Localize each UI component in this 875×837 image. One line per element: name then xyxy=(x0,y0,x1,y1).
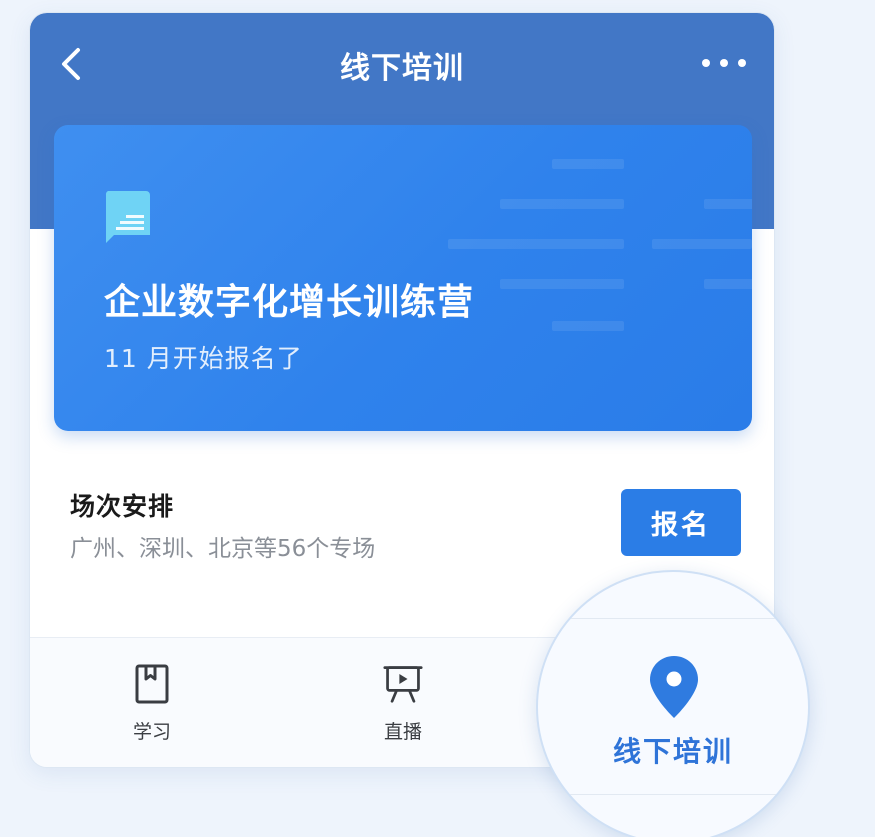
page-title: 线下培训 xyxy=(340,51,464,86)
book-icon xyxy=(135,664,169,704)
tab-study[interactable]: 学习 xyxy=(72,638,232,767)
more-button[interactable] xyxy=(702,49,746,77)
tab-label-active: 线下培训 xyxy=(612,735,733,768)
location-pin-icon xyxy=(650,656,698,718)
tab-live[interactable]: 直播 xyxy=(323,638,483,767)
schedule-description: 广州、深圳、北京等56个专场 xyxy=(70,536,376,562)
document-chat-icon xyxy=(105,191,150,243)
stage: 线下培训 企业数字化增长训练营 11 月开始报名了 场次安排 广州、深圳、北京等… xyxy=(0,0,875,837)
promo-banner[interactable]: 企业数字化增长训练营 11 月开始报名了 xyxy=(54,125,752,431)
tab-label: 学习 xyxy=(132,721,171,743)
banner-subtitle: 11 月开始报名了 xyxy=(104,344,303,373)
tab-offline-training[interactable]: 线下培训 xyxy=(536,570,810,837)
more-horizontal-icon xyxy=(702,59,710,67)
tab-label: 直播 xyxy=(383,721,422,743)
live-presentation-icon xyxy=(383,666,423,703)
schedule-title: 场次安排 xyxy=(70,492,175,521)
signup-button[interactable]: 报名 xyxy=(621,489,741,556)
navigation-bar: 线下培训 xyxy=(30,13,774,113)
banner-title: 企业数字化增长训练营 xyxy=(104,282,475,323)
